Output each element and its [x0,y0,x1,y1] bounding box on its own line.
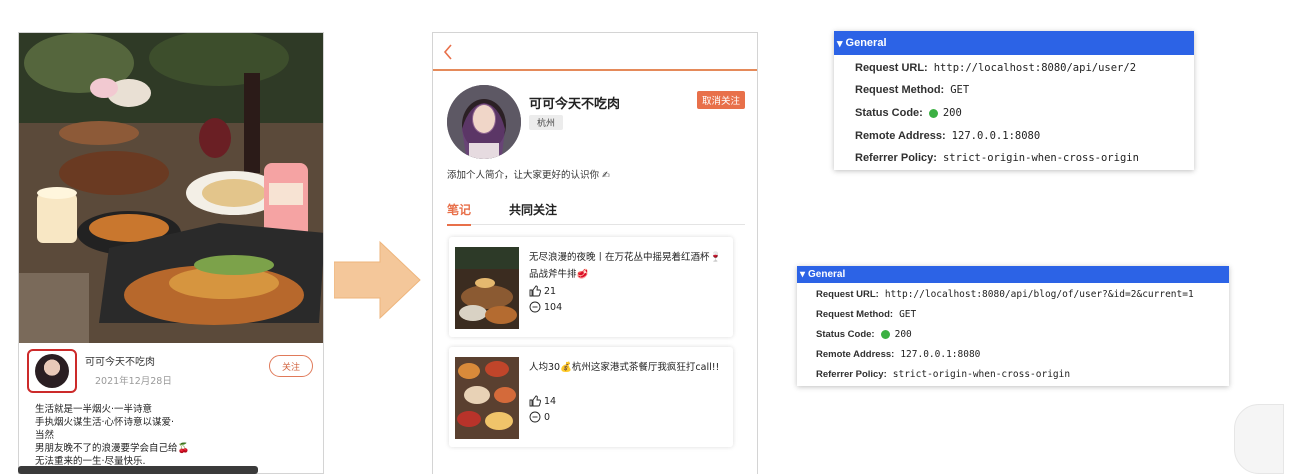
user-page-phone: 可可今天不吃肉 杭州 取消关注 添加个人简介，让大家更好的认识你 ✍ 笔记 共同… [432,32,758,474]
comment-count: 104 [544,301,563,313]
devtools-general-panel-user: ▾ General Request URL: http://localhost:… [834,31,1194,170]
request-url-value[interactable]: http://localhost:8080/api/blog/of/user?&… [885,289,1194,300]
referrer-policy-value: strict-origin-when-cross-origin [892,369,1071,380]
remote-address-value: 127.0.0.1:8080 [900,349,981,360]
status-code-row: Status Code: 200 [816,329,912,340]
blog-content-line: 手执烟火谋生活·心怀诗意以谋爱· [35,417,175,428]
status-code-value: 200 [942,107,962,119]
note-likes[interactable]: 14 [529,395,556,407]
field-label: Request URL: [816,289,879,300]
author-name[interactable]: 可可今天不吃肉 [85,353,155,368]
like-count: 14 [544,395,557,407]
note-title: 人均30💰杭州这家港式茶餐厅我疯狂打call!! [529,362,720,373]
note-comments[interactable]: 0 [529,411,550,423]
follow-button[interactable]: 关注 [269,355,313,377]
like-thumb-icon [529,285,541,297]
collapse-triangle-icon[interactable]: ▾ [837,37,843,50]
request-method-row: Request Method: GET [855,84,969,96]
referrer-policy-value: strict-origin-when-cross-origin [942,152,1139,164]
right-arrow-icon [334,240,421,320]
status-dot-icon [928,108,938,118]
author-bar: 可可今天不吃肉 2021年12月28日 关注 [19,345,323,397]
general-section-header[interactable]: ▾ General [797,266,1229,283]
status-code-value: 200 [894,329,912,340]
section-title: General [808,269,846,280]
request-url-row: Request URL: http://localhost:8080/api/u… [855,62,1136,74]
user-tabs: 笔记 共同关注 [447,201,745,226]
comment-count: 0 [544,411,551,423]
request-url-row: Request URL: http://localhost:8080/api/b… [816,289,1194,300]
devtools-general-panel-blog: ▾ General Request URL: http://localhost:… [797,266,1229,386]
request-method-row: Request Method: GET [816,309,916,320]
user-city-tag: 杭州 [529,115,564,130]
remote-address-row: Remote Address: 127.0.0.1:8080 [855,130,1040,142]
user-intro[interactable]: 添加个人简介，让大家更好的认识你 ✍ [447,167,610,181]
note-likes[interactable]: 21 [529,285,556,297]
field-label: Request Method: [855,84,945,96]
screenshot-stage: 可可今天不吃肉 2021年12月28日 关注 生活就是一半烟火·一半诗意 手执烟… [0,0,1311,474]
note-thumbnail [455,357,519,439]
section-title: General [845,37,887,49]
field-label: Request URL: [855,62,928,74]
floating-widget[interactable] [1234,404,1284,474]
general-section-header[interactable]: ▾ General [834,31,1194,55]
request-method-value: GET [899,309,917,320]
comment-bubble-icon [529,411,541,423]
remote-address-row: Remote Address: 127.0.0.1:8080 [816,349,980,360]
request-method-value: GET [950,84,970,96]
note-title: 无尽浪漫的夜晚丨在万花丛中摇晃着红酒杯🍷品战斧牛排🥩 [529,252,722,280]
field-label: Status Code: [816,329,875,340]
like-count: 21 [544,285,557,297]
tab-notes[interactable]: 笔记 [447,201,472,226]
user-avatar[interactable] [447,85,521,159]
like-thumb-icon [529,395,541,407]
collapse-triangle-icon[interactable]: ▾ [800,269,805,280]
comment-bubble-icon [529,301,541,313]
blog-detail-phone: 可可今天不吃肉 2021年12月28日 关注 生活就是一半烟火·一半诗意 手执烟… [18,32,324,474]
blog-content-line: 生活就是一半烟火·一半诗意 [35,404,153,415]
user-name: 可可今天不吃肉 [529,97,621,112]
avatar-image [35,354,69,388]
horizontal-scrollbar[interactable] [18,466,258,474]
field-label: Remote Address: [816,349,895,360]
field-label: Referrer Policy: [816,369,887,380]
blog-cover-image[interactable] [19,33,323,343]
field-label: Request Method: [816,309,894,320]
remote-address-value: 127.0.0.1:8080 [951,130,1041,142]
tab-common-follows[interactable]: 共同关注 [509,201,557,218]
note-thumbnail [455,247,519,329]
blog-content-line: 男朋友晚不了的浪漫要学会自己给🍒 [35,443,190,454]
nav-bar [433,33,757,71]
referrer-policy-row: Referrer Policy: strict-origin-when-cros… [855,152,1139,164]
blog-content-line: 当然 [35,430,55,441]
post-date: 2021年12月28日 [95,376,172,387]
blog-content: 生活就是一半烟火·一半诗意 手执烟火谋生活·心怀诗意以谋爱· 当然 男朋友晚不了… [35,403,315,468]
status-code-row: Status Code: 200 [855,107,962,119]
field-label: Remote Address: [855,130,946,142]
note-card[interactable]: 无尽浪漫的夜晚丨在万花丛中摇晃着红酒杯🍷品战斧牛排🥩 21 104 [449,237,733,337]
unfollow-button[interactable]: 取消关注 [697,91,746,109]
author-avatar[interactable] [27,349,77,393]
referrer-policy-row: Referrer Policy: strict-origin-when-cros… [816,369,1070,380]
back-chevron-icon[interactable] [439,41,457,63]
field-label: Referrer Policy: [855,152,937,164]
request-url-value[interactable]: http://localhost:8080/api/user/2 [934,62,1136,74]
field-label: Status Code: [855,107,923,119]
status-dot-icon [880,330,890,339]
note-card[interactable]: 人均30💰杭州这家港式茶餐厅我疯狂打call!! 14 0 [449,347,733,447]
note-comments[interactable]: 104 [529,301,562,313]
